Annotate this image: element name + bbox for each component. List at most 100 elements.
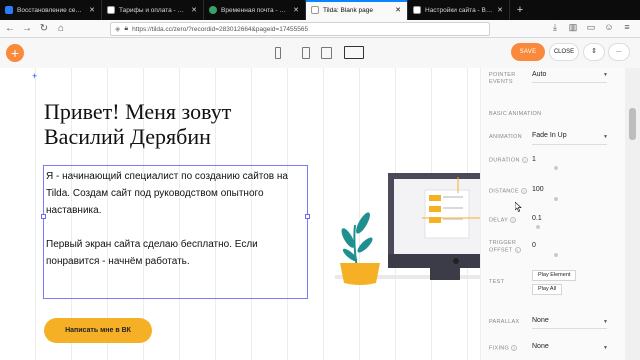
duration-input[interactable]: 1: [532, 156, 536, 163]
device-phone-portrait-icon[interactable]: [275, 47, 281, 59]
heading-line: Привет! Меня зовут: [44, 99, 232, 124]
more-button[interactable]: ...: [608, 43, 630, 61]
selected-text-element[interactable]: Я - начинающий специалист по созданию са…: [41, 165, 310, 299]
layers-toggle-button[interactable]: ⇕: [583, 43, 605, 61]
close-tab-icon[interactable]: ✕: [292, 6, 300, 14]
device-phone-landscape-icon[interactable]: [302, 47, 310, 59]
slider-handle[interactable]: [536, 225, 540, 229]
animation-select[interactable]: Fade In Up: [532, 132, 567, 139]
page-heading[interactable]: Привет! Меня зовут Василий Дерябин: [44, 99, 324, 149]
play-element-button[interactable]: Play Element: [532, 270, 577, 281]
basic-animation-header: BASIC ANIMATION: [489, 111, 542, 117]
artboard-canvas[interactable]: + Привет! Меня зовут Василий Дерябин Я -…: [0, 68, 480, 360]
test-label: TEST: [489, 279, 505, 285]
delay-input[interactable]: 0.1: [532, 215, 542, 222]
resize-handle-left[interactable]: [41, 214, 46, 219]
tab-title: Восстановление сессии: [17, 6, 85, 14]
tempmail-favicon-icon: [209, 6, 217, 14]
tilda-favicon-icon: [311, 6, 319, 14]
url-text: https://tilda.cc/zero/?recordid=28301266…: [132, 25, 309, 33]
info-icon[interactable]: ?: [521, 157, 528, 163]
forward-icon[interactable]: →: [20, 22, 34, 36]
crosshair-icon: +: [32, 71, 38, 81]
shield-icon[interactable]: ◈: [115, 25, 120, 33]
browser-tab[interactable]: Восстановление сессии ✕: [0, 0, 102, 20]
home-icon[interactable]: ⌂: [54, 22, 68, 36]
divider: [532, 82, 607, 83]
divider: [532, 144, 607, 145]
download-icon[interactable]: ⤓: [548, 22, 562, 33]
account-icon[interactable]: ☺: [602, 22, 616, 32]
tilda-zero-editor: + SAVE CLOSE ⇕ ... + Привет! Меня зовут …: [0, 38, 640, 360]
menu-icon[interactable]: ≡: [620, 22, 634, 32]
computer-plant-illustration[interactable]: [330, 163, 480, 293]
firefox-page-icon: [5, 6, 13, 14]
close-tab-icon[interactable]: ✕: [496, 6, 504, 14]
close-tab-icon[interactable]: ✕: [394, 6, 402, 14]
resize-handle-right[interactable]: [305, 214, 310, 219]
close-button[interactable]: CLOSE: [549, 43, 579, 61]
slider-handle[interactable]: [554, 253, 558, 257]
browser-tab[interactable]: Настройки сайта - Василий Д ✕: [408, 0, 510, 20]
tab-title: Временная почта - TempMail: [221, 6, 289, 14]
chevron-down-icon[interactable]: ▼: [603, 319, 608, 325]
device-tablet-icon[interactable]: [321, 47, 332, 59]
browser-nav-bar: ← → ↻ ⌂ ◈ 🔒︎ https://tilda.cc/zero/?reco…: [0, 20, 640, 38]
browser-tab[interactable]: Временная почта - TempMail ✕: [204, 0, 306, 20]
reload-icon[interactable]: ↻: [37, 22, 51, 36]
grid-line: [35, 68, 36, 360]
delay-label: DELAY?: [489, 217, 517, 224]
pointer-events-label: POINTER EVENTS: [489, 72, 516, 85]
text-line: Tilda. Создам сайт под руководством опыт…: [46, 188, 264, 199]
panel-scrollbar[interactable]: [625, 68, 640, 360]
lock-icon[interactable]: 🔒︎: [124, 25, 128, 33]
tab-title: Тарифы и оплата - Tilda: [119, 6, 187, 14]
url-bar[interactable]: ◈ 🔒︎ https://tilda.cc/zero/?recordid=283…: [110, 22, 490, 36]
trigger-offset-input[interactable]: 0: [532, 242, 536, 249]
mouse-cursor-icon: [515, 202, 522, 212]
browser-tab[interactable]: Тарифы и оплата - Tilda ✕: [102, 0, 204, 20]
info-icon[interactable]: ?: [510, 217, 517, 223]
text-line: наставника.: [46, 205, 102, 216]
divider: [532, 328, 607, 329]
add-element-button[interactable]: +: [6, 44, 24, 62]
settings-panel[interactable]: POINTER EVENTS Auto ▼ BASIC ANIMATION AN…: [480, 68, 625, 360]
vk-contact-button[interactable]: Написать мне в ВК: [44, 318, 152, 343]
scrollbar-thumb[interactable]: [629, 108, 636, 140]
animation-label: ANIMATION: [489, 134, 522, 140]
chevron-down-icon[interactable]: ▼: [603, 345, 608, 351]
parallax-label: PARALLAX: [489, 319, 520, 325]
save-button[interactable]: SAVE: [511, 43, 545, 61]
text-line: Первый экран сайта сделаю бесплатно. Есл…: [46, 239, 258, 250]
close-tab-icon[interactable]: ✕: [190, 6, 198, 14]
pointer-events-select[interactable]: Auto: [532, 71, 546, 78]
slider-handle[interactable]: [554, 197, 558, 201]
library-icon[interactable]: ▥: [566, 22, 580, 33]
fixing-select[interactable]: None: [532, 343, 549, 350]
info-icon[interactable]: ?: [520, 188, 527, 194]
reader-icon[interactable]: ▭: [584, 22, 598, 33]
text-line: понравится - начнём работать.: [46, 256, 190, 267]
device-desktop-icon[interactable]: [344, 46, 364, 59]
distance-label: DISTANCE?: [489, 188, 527, 195]
fixing-label: FIXING?: [489, 345, 518, 352]
play-all-button[interactable]: Play All: [532, 284, 563, 295]
slider-handle[interactable]: [554, 166, 558, 170]
editor-toolbar: + SAVE CLOSE ⇕ ...: [0, 38, 640, 68]
info-icon[interactable]: ?: [514, 247, 521, 253]
new-tab-button[interactable]: +: [510, 0, 530, 20]
tab-title: Tilda: Blank page: [323, 6, 373, 14]
browser-tab-active[interactable]: Tilda: Blank page ✕: [306, 0, 408, 20]
chevron-down-icon[interactable]: ▼: [603, 134, 608, 140]
back-icon[interactable]: ←: [3, 22, 17, 36]
tilda-favicon-icon: [107, 6, 115, 14]
tilda-favicon-icon: [413, 6, 421, 14]
duration-label: DURATION?: [489, 157, 528, 164]
close-tab-icon[interactable]: ✕: [88, 6, 96, 14]
parallax-select[interactable]: None: [532, 317, 549, 324]
chevron-down-icon[interactable]: ▼: [603, 72, 608, 78]
text-line: Я - начинающий специалист по созданию са…: [46, 171, 288, 182]
info-icon[interactable]: ?: [511, 345, 518, 351]
heading-line: Василий Дерябин: [44, 124, 211, 149]
distance-input[interactable]: 100: [532, 186, 544, 193]
